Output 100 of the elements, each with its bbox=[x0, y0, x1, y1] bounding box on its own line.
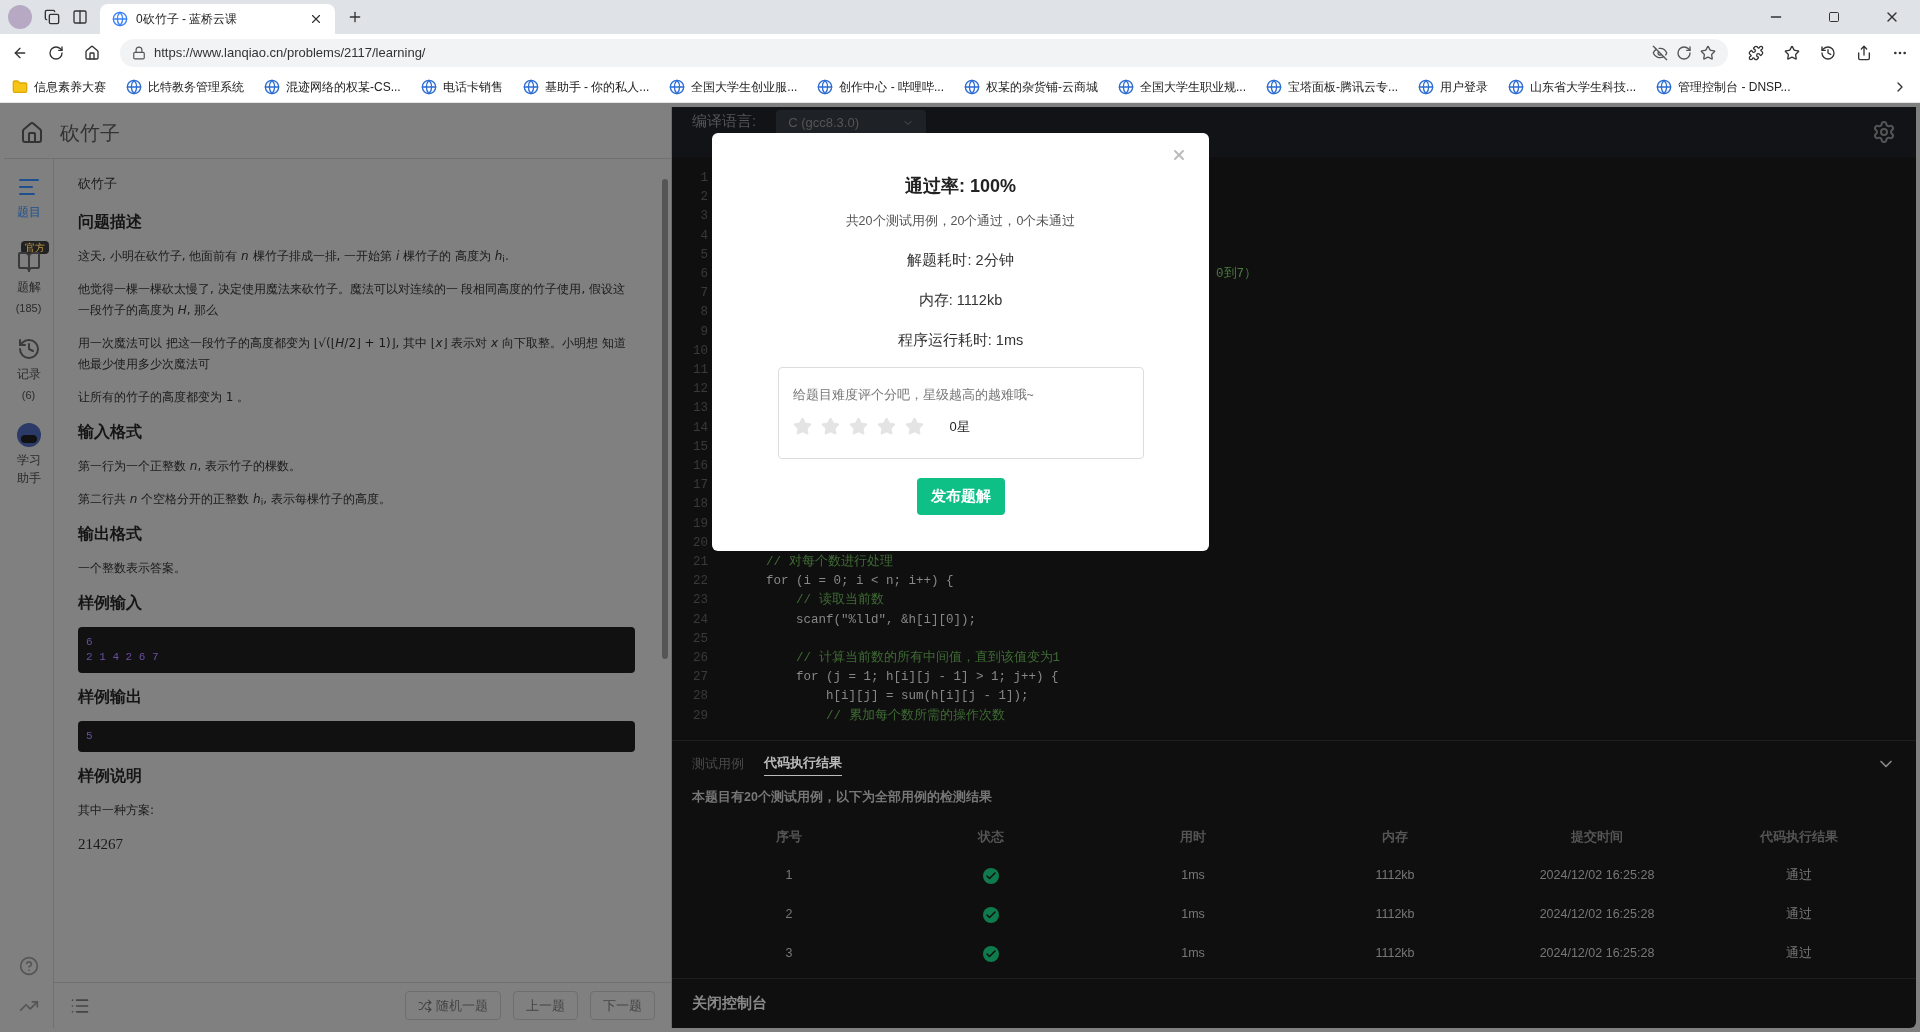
site-icon bbox=[1508, 79, 1525, 95]
paragraph: 用一次魔法可以 把这一段竹子的高度都变为 ⌊√(⌊H/2⌋ + 1)⌋, 其中 ⌊x⌋ 表示对 x 向下取整。小明想 知道他最少使用多少次魔法可 bbox=[78, 334, 627, 373]
bookmark-item[interactable]: 信息素养大赛 bbox=[12, 79, 106, 95]
code-line: // 读取当前数 bbox=[795, 591, 884, 610]
history-icon[interactable] bbox=[1820, 45, 1836, 61]
paragraph: 其中一种方案: bbox=[78, 801, 156, 819]
favorites-icon[interactable] bbox=[1784, 45, 1800, 61]
table-cell-text: 1112kb bbox=[1374, 867, 1416, 885]
code-line: // 对每个数进行处理 bbox=[765, 553, 893, 572]
scrollbar-thumb[interactable] bbox=[662, 179, 668, 659]
star-rating[interactable] bbox=[792, 416, 924, 436]
reload-icon[interactable] bbox=[48, 45, 64, 61]
site-icon bbox=[1118, 79, 1135, 95]
bookmark-item[interactable]: 宝塔面板-腾讯云专... bbox=[1266, 79, 1399, 95]
result-summary: 本题目有20个测试用例，以下为全部用例的检测结果 bbox=[691, 788, 993, 806]
new-tab-icon[interactable] bbox=[347, 9, 363, 25]
bookmark-item[interactable]: 权某的杂货铺-云商城 bbox=[964, 79, 1099, 95]
bookmark-item[interactable]: 山东省大学生科技... bbox=[1508, 79, 1637, 95]
site-icon bbox=[112, 11, 128, 27]
browser-tab[interactable]: 0砍竹子 - 蓝桥云课 bbox=[100, 4, 335, 34]
settings-icon[interactable] bbox=[1872, 120, 1896, 144]
bookmark-item[interactable]: 全国大学生创业服... bbox=[669, 79, 798, 95]
site-icon bbox=[669, 79, 686, 95]
table-cell-text: 1ms bbox=[1180, 945, 1206, 963]
column-header: 序号 bbox=[775, 829, 803, 847]
shuffle-icon bbox=[418, 998, 432, 1013]
table-cell-text: 通过 bbox=[1785, 945, 1813, 963]
code-line: h[i][j] = sum(h[i][j - 1]); bbox=[825, 688, 1029, 706]
site-icon bbox=[817, 79, 834, 95]
address-field[interactable]: https://www.lanqiao.cn/problems/2117/learning/ bbox=[120, 39, 1728, 67]
table-cell-text: 3 bbox=[784, 945, 794, 963]
site-icon bbox=[1656, 79, 1673, 95]
section-heading: 样例说明 bbox=[78, 765, 143, 786]
site-icon bbox=[126, 79, 142, 95]
robot-icon bbox=[16, 423, 41, 447]
bookmark-item[interactable]: 全国大学生职业规... bbox=[1118, 79, 1247, 95]
console-tab[interactable]: 代码执行结果 bbox=[764, 753, 842, 776]
star-icon[interactable] bbox=[820, 416, 840, 436]
site-icon bbox=[264, 79, 280, 95]
table-cell-text: 2024/12/02 16:25:28 bbox=[1538, 867, 1656, 885]
rating-prompt: 给题目难度评个分吧，星级越高的越难哦~ bbox=[792, 386, 1035, 404]
refresh-icon[interactable] bbox=[1676, 45, 1692, 61]
book-icon bbox=[16, 250, 41, 274]
site-icon bbox=[522, 79, 539, 95]
favorite-icon[interactable] bbox=[1700, 45, 1716, 61]
table-cell-text: 1 bbox=[784, 867, 794, 885]
code-line: // 计算当前数的所有中间值，直到该值变为1 bbox=[795, 649, 1060, 668]
site-icon bbox=[1418, 79, 1435, 95]
sidebar-tab[interactable]: 学习助手 bbox=[8, 423, 49, 487]
column-header: 状态 bbox=[976, 829, 1005, 847]
star-icon[interactable] bbox=[904, 416, 924, 436]
star-icon[interactable] bbox=[876, 416, 896, 436]
code-line: for (j = 1; h[i][j - 1] > 1; j++) { bbox=[795, 669, 1059, 687]
folder-icon bbox=[12, 79, 28, 95]
table-cell-text: 2024/12/02 16:25:28 bbox=[1538, 906, 1656, 924]
restore-icon[interactable] bbox=[1828, 11, 1840, 23]
column-header: 代码执行结果 bbox=[1758, 829, 1839, 847]
bookmark-item[interactable]: 混迹网络的权某-CS... bbox=[264, 79, 401, 95]
code-line: for (i = 0; i < n; i++) { bbox=[765, 573, 954, 591]
share-icon[interactable] bbox=[1856, 45, 1872, 61]
star-icon[interactable] bbox=[792, 416, 812, 436]
close-console-button[interactable]: 关闭控制台 bbox=[692, 992, 767, 1015]
bookmark-item[interactable]: 比特教务管理系统 bbox=[126, 79, 244, 95]
table-cell-text: 2024/12/02 16:25:28 bbox=[1538, 945, 1656, 963]
back-icon[interactable] bbox=[12, 45, 28, 61]
answer-text: 214267 bbox=[78, 834, 124, 854]
paragraph: 第一行为一个正整数 n, 表示竹子的棵数。 bbox=[78, 457, 303, 475]
table-cell-text: 2 bbox=[784, 906, 794, 924]
url-text: https://www.lanqiao.cn/problems/2117/learning/ bbox=[154, 44, 427, 63]
language-label: 编译语言: bbox=[692, 111, 757, 131]
stars-label: 0星 bbox=[949, 417, 970, 436]
section-heading: 输入格式 bbox=[78, 421, 143, 442]
section-heading: 样例输出 bbox=[78, 686, 143, 707]
code-line: scanf("%lld", &h[i][0]); bbox=[795, 611, 977, 629]
tab-title: 0砍竹子 - 蓝桥云课 bbox=[136, 11, 239, 27]
lock-icon bbox=[132, 46, 146, 60]
home-icon[interactable] bbox=[84, 45, 100, 61]
code-block: 6 2 1 4 2 6 7 bbox=[78, 626, 635, 673]
section-heading: 样例输入 bbox=[78, 592, 143, 613]
paragraph: 他觉得一棵一棵砍太慢了, 决定使用魔法来砍竹子。魔法可以对连续的一 段相同高度的竹子使用, 假设这一段竹子的高度为 H, 那么 bbox=[78, 280, 627, 319]
paragraph: 这天, 小明在砍竹子, 他面前有 n 棵竹子排成一排, 一开始第 i 棵竹子的 高度为 h$_{i}$. bbox=[78, 247, 510, 266]
star-icon[interactable] bbox=[848, 416, 868, 436]
bookmark-item[interactable]: 用户登录 bbox=[1418, 79, 1489, 95]
bookmark-item[interactable]: 创作中心 - 哔哩哔... bbox=[817, 79, 945, 95]
table-cell-text: 1ms bbox=[1180, 906, 1206, 924]
close-icon[interactable] bbox=[309, 12, 323, 26]
column-header: 用时 bbox=[1179, 829, 1207, 847]
sidebar-tab[interactable]: 记录 (6) bbox=[8, 336, 49, 403]
paragraph: 让所有的竹子的高度都变为 1 。 bbox=[78, 388, 251, 406]
code-line: 0到7） bbox=[1216, 265, 1257, 283]
problem-title: 砍竹子 bbox=[60, 120, 120, 146]
bookmark-item[interactable]: 基助手 - 你的私人... bbox=[522, 79, 650, 95]
extensions-icon[interactable] bbox=[1748, 45, 1764, 61]
code-block: 5 bbox=[78, 720, 635, 752]
bookmark-item[interactable]: 电话卡销售 bbox=[420, 79, 503, 95]
section-heading: 问题描述 bbox=[78, 211, 143, 232]
stat-text: 解题耗时: 2分钟 bbox=[907, 250, 1014, 270]
paragraph: 一个整数表示答案。 bbox=[78, 559, 187, 577]
bookmark-item[interactable]: 管理控制台 - DNSP... bbox=[1656, 79, 1791, 95]
column-header: 内存 bbox=[1381, 829, 1409, 847]
